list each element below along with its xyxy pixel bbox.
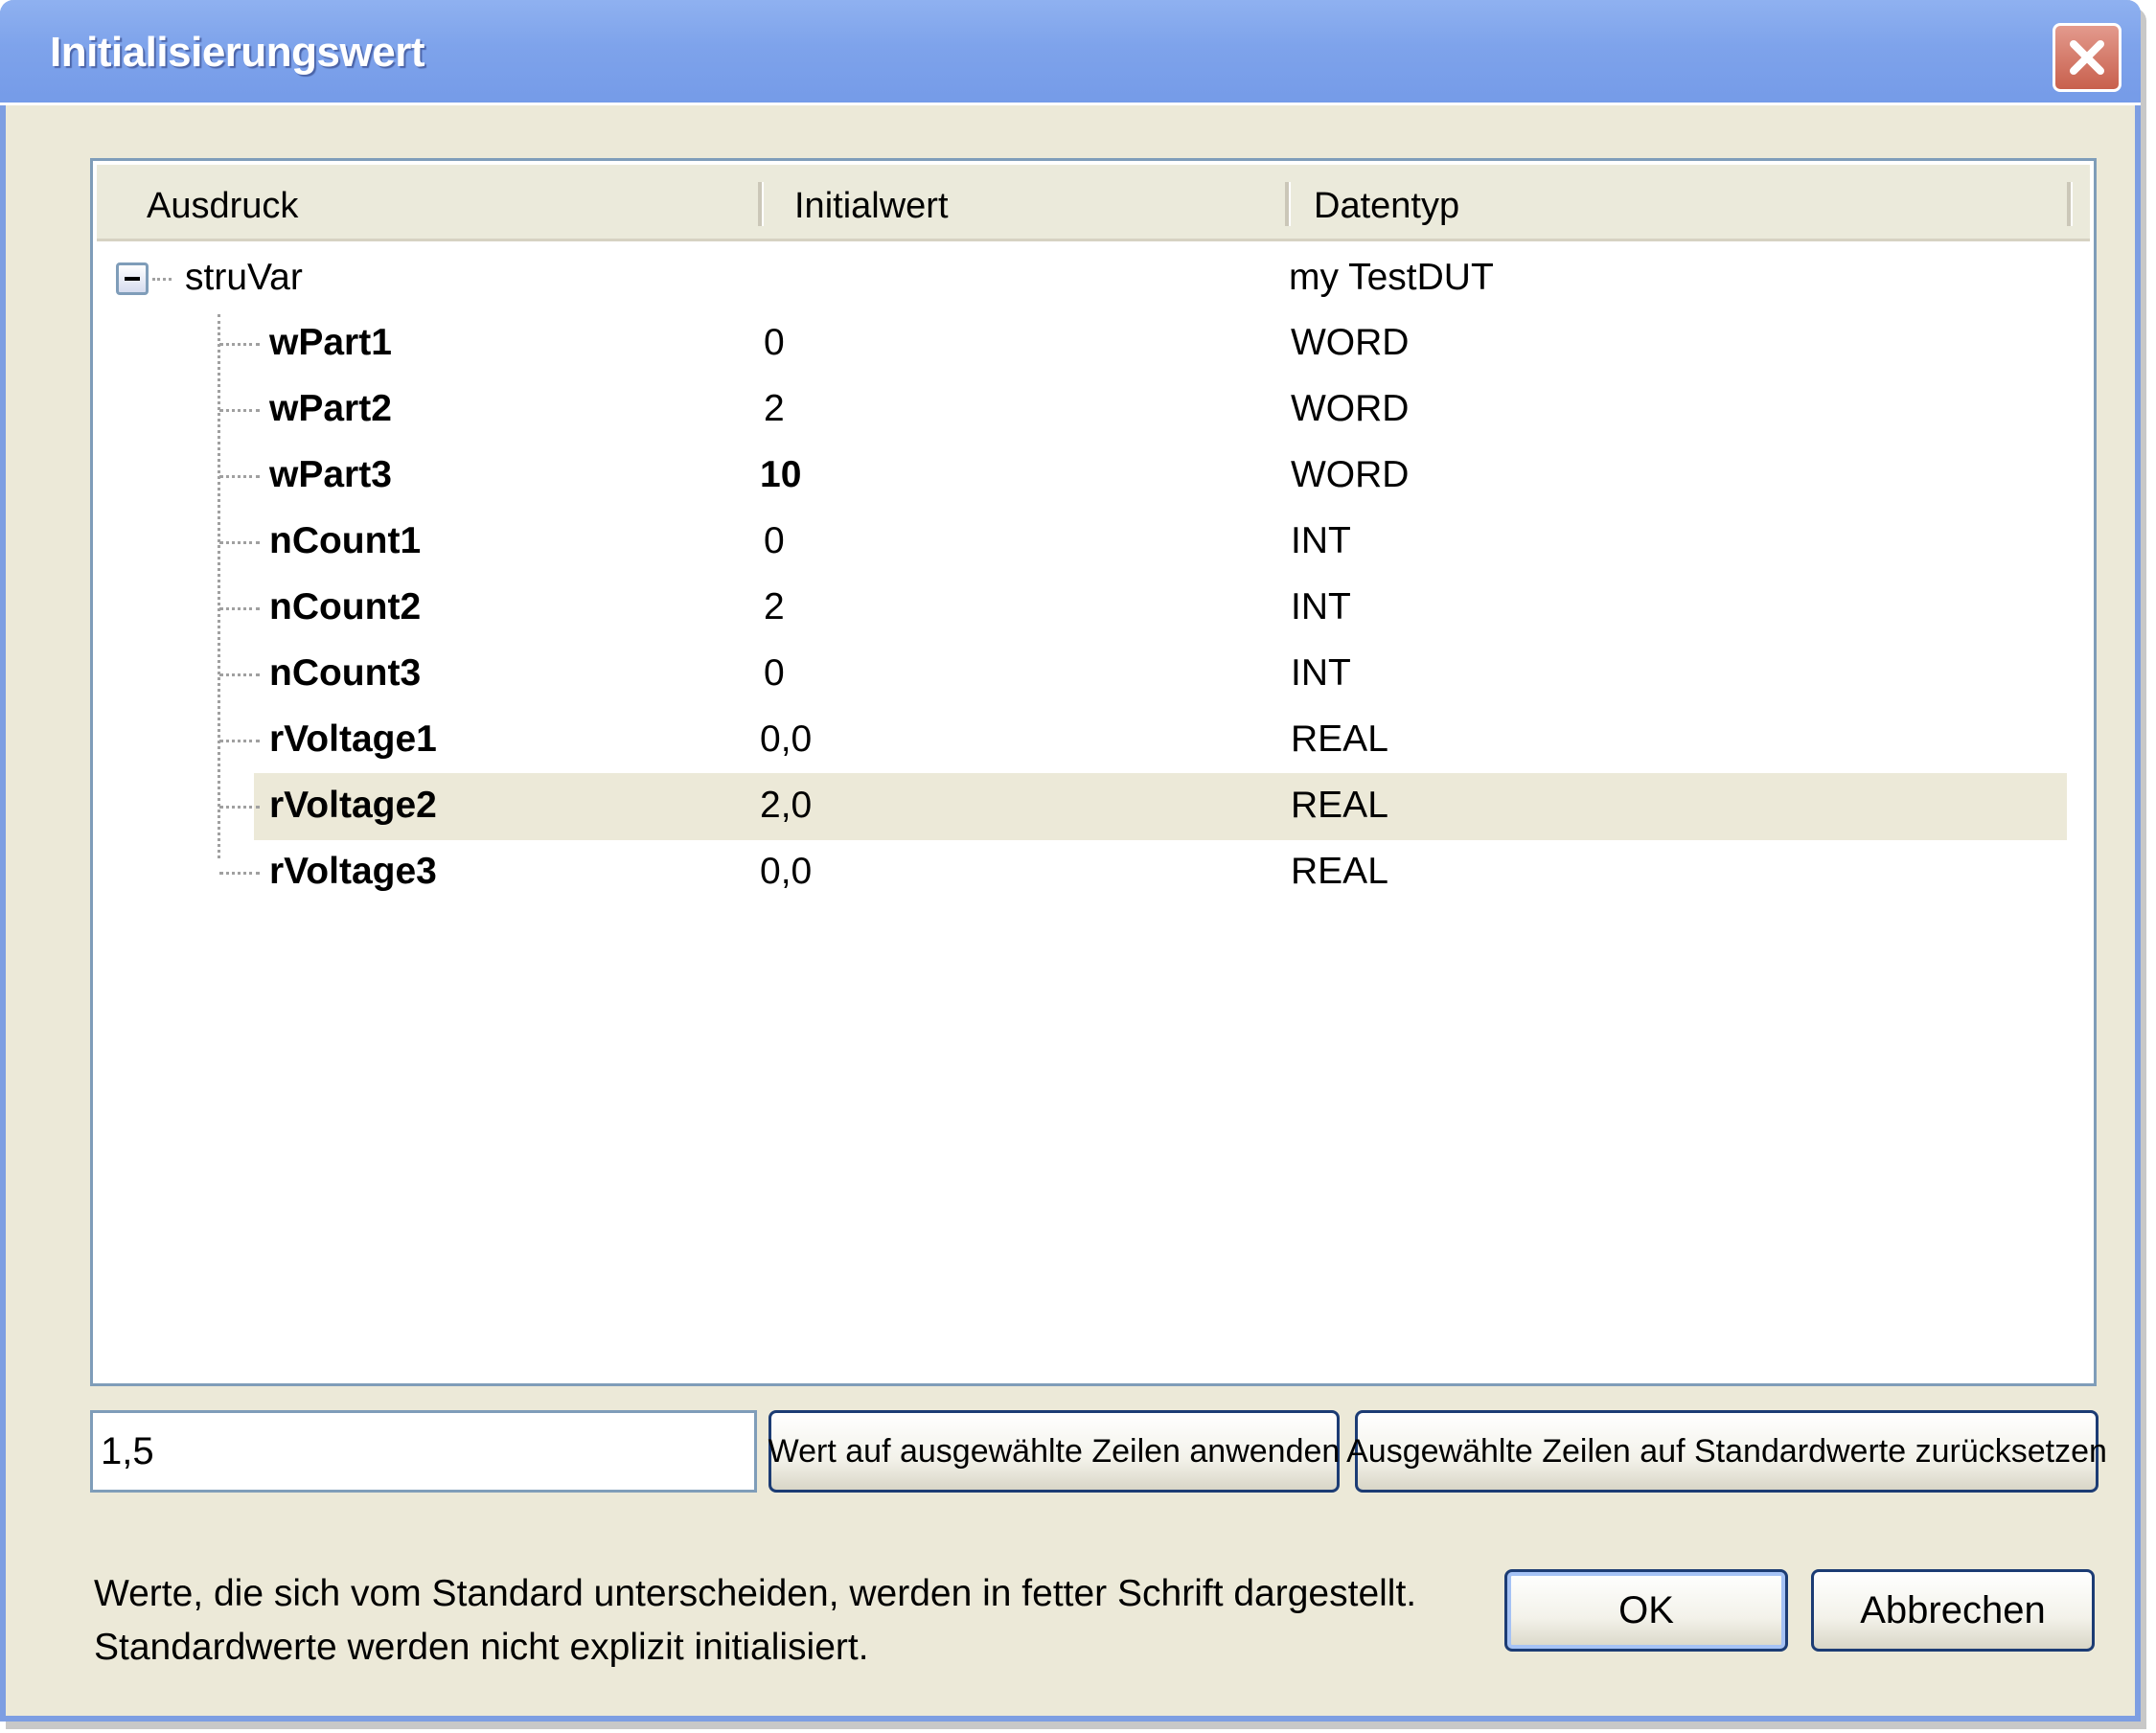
- row-datatype: WORD: [1291, 322, 1410, 363]
- row-datatype: WORD: [1291, 388, 1410, 429]
- row-datatype: REAL: [1291, 718, 1388, 760]
- row-expression: nCount1: [269, 520, 422, 561]
- collapse-icon[interactable]: [116, 262, 149, 295]
- column-header-initial-value[interactable]: Initialwert: [794, 186, 949, 227]
- row-value[interactable]: 0: [764, 520, 785, 562]
- info-text: Werte, die sich vom Standard unterscheid…: [94, 1567, 1416, 1675]
- tree-header: Ausdruck Initialwert Datentyp: [97, 165, 2090, 241]
- close-button[interactable]: [2053, 23, 2122, 92]
- row-expression: wPart2: [269, 388, 392, 429]
- row-expression: rVoltage1: [269, 718, 437, 760]
- row-datatype: REAL: [1291, 785, 1388, 826]
- ok-button[interactable]: OK: [1504, 1569, 1788, 1652]
- column-separator[interactable]: [2067, 182, 2073, 226]
- row-expression: wPart1: [269, 322, 392, 363]
- selection-highlight: [254, 773, 2067, 840]
- row-expression: rVoltage3: [269, 851, 437, 892]
- row-value[interactable]: 2: [764, 586, 785, 628]
- root-datatype: my TestDUT: [1289, 257, 1494, 298]
- table-row[interactable]: nCount3 0 INT: [93, 641, 2094, 706]
- row-datatype: INT: [1291, 652, 1351, 694]
- initialization-dialog: Initialisierungswert Ausdruck Initialwer…: [0, 0, 2141, 1722]
- info-line-1: Werte, die sich vom Standard unterscheid…: [94, 1573, 1417, 1614]
- close-icon: [2070, 40, 2104, 75]
- row-datatype: INT: [1291, 520, 1351, 561]
- table-row[interactable]: wPart1 0 WORD: [93, 310, 2094, 376]
- table-row[interactable]: wPart2 2 WORD: [93, 376, 2094, 442]
- table-row-selected[interactable]: rVoltage2 2,0 REAL: [93, 773, 2094, 840]
- tree-row-root[interactable]: struVar my TestDUT: [93, 245, 2094, 310]
- root-expression: struVar: [185, 257, 303, 298]
- table-row[interactable]: rVoltage3 0,0 REAL: [93, 839, 2094, 904]
- row-value[interactable]: 0,0: [760, 718, 812, 761]
- table-row[interactable]: nCount1 0 INT: [93, 509, 2094, 574]
- apply-value-button[interactable]: Wert auf ausgewählte Zeilen anwenden: [768, 1410, 1340, 1493]
- reset-defaults-button[interactable]: Ausgewählte Zeilen auf Standardwerte zur…: [1346, 1410, 2107, 1493]
- row-datatype: REAL: [1291, 851, 1388, 892]
- row-value[interactable]: 2: [764, 388, 785, 430]
- row-value[interactable]: 10: [760, 454, 801, 496]
- title-bar[interactable]: Initialisierungswert: [0, 0, 2141, 105]
- column-separator[interactable]: [758, 182, 764, 226]
- info-line-2: Standardwerte werden nicht explizit init…: [94, 1627, 869, 1668]
- row-value[interactable]: 0,0: [760, 851, 812, 893]
- column-header-expression[interactable]: Ausdruck: [147, 186, 298, 227]
- row-value[interactable]: 2,0: [760, 785, 812, 827]
- column-separator[interactable]: [1285, 182, 1291, 226]
- init-values-tree[interactable]: Ausdruck Initialwert Datentyp struVar my…: [90, 158, 2097, 1386]
- value-input[interactable]: [90, 1410, 757, 1493]
- table-row[interactable]: rVoltage1 0,0 REAL: [93, 707, 2094, 772]
- table-row[interactable]: wPart3 10 WORD: [93, 443, 2094, 508]
- row-expression: nCount3: [269, 652, 422, 694]
- window-title: Initialisierungswert: [50, 29, 424, 76]
- row-expression: nCount2: [269, 586, 422, 627]
- cancel-button[interactable]: Abbrechen: [1811, 1569, 2095, 1652]
- row-datatype: WORD: [1291, 454, 1410, 495]
- row-expression: rVoltage2: [269, 785, 437, 826]
- row-datatype: INT: [1291, 586, 1351, 627]
- column-header-datatype[interactable]: Datentyp: [1314, 186, 1459, 227]
- table-row[interactable]: nCount2 2 INT: [93, 575, 2094, 640]
- row-expression: wPart3: [269, 454, 392, 495]
- row-value[interactable]: 0: [764, 652, 785, 695]
- row-value[interactable]: 0: [764, 322, 785, 364]
